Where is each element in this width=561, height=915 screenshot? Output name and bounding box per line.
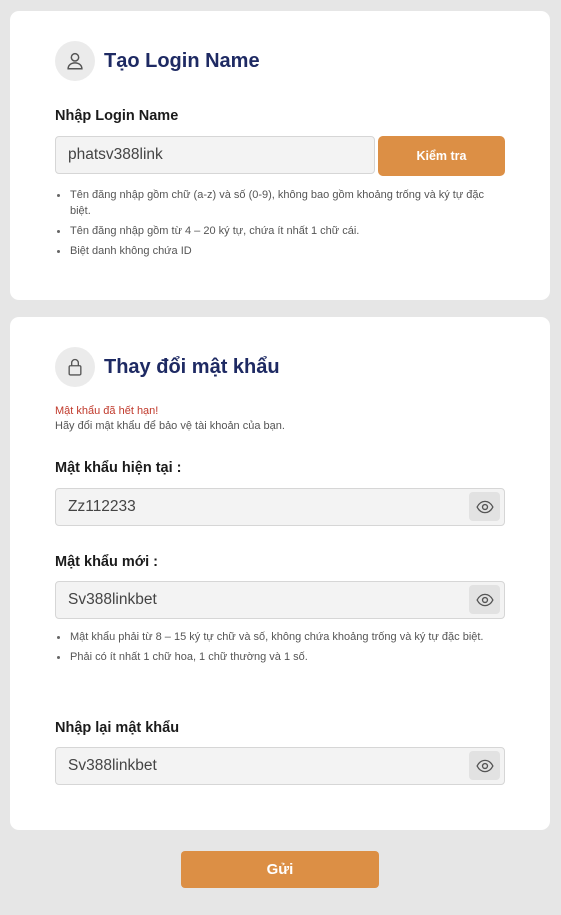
current-password-input[interactable]	[55, 488, 505, 526]
eye-icon	[475, 593, 494, 606]
login-name-label: Nhập Login Name	[55, 108, 179, 124]
list-item: Tên đăng nhập gồm từ 4 – 20 ký tự, chứa …	[55, 223, 505, 239]
list-item: Mật khẩu phải từ 8 – 15 ký tự chữ và số,…	[55, 629, 505, 645]
password-expired-warning: Mật khẩu đã hết hạn!	[55, 405, 159, 417]
toggle-confirm-password-button[interactable]	[469, 751, 500, 780]
list-item: Tên đăng nhập gồm chữ (a-z) và số (0-9),…	[55, 187, 505, 219]
user-icon	[55, 41, 95, 81]
confirm-password-label: Nhập lại mật khẩu	[55, 720, 180, 736]
login-card-title: Tạo Login Name	[104, 49, 260, 72]
eye-icon	[475, 759, 494, 772]
list-item: Biệt danh không chứa ID	[55, 243, 505, 259]
list-item: Phải có ít nhất 1 chữ hoa, 1 chữ thường …	[55, 649, 505, 665]
login-card-header: Tạo Login Name	[55, 41, 260, 81]
password-card-title: Thay đổi mật khẩu	[104, 355, 280, 378]
toggle-new-password-button[interactable]	[469, 585, 500, 614]
eye-icon	[475, 500, 494, 513]
current-password-label: Mật khẩu hiện tại :	[55, 460, 182, 476]
confirm-password-input[interactable]	[55, 747, 505, 785]
new-password-input[interactable]	[55, 581, 505, 619]
login-name-card: Tạo Login Name Nhập Login Name Kiểm tra …	[10, 11, 550, 300]
check-login-button[interactable]: Kiểm tra	[378, 136, 505, 176]
new-password-label: Mật khẩu mới :	[55, 554, 158, 570]
lock-icon	[55, 347, 95, 387]
password-rules-list: Mật khẩu phải từ 8 – 15 ký tự chữ và số,…	[55, 629, 505, 669]
toggle-current-password-button[interactable]	[469, 492, 500, 521]
submit-button[interactable]: Gửi	[181, 851, 379, 888]
change-password-card: Thay đổi mật khẩu Mật khẩu đã hết hạn! H…	[10, 317, 550, 830]
password-change-hint: Hãy đổi mật khẩu để bảo vệ tài khoản của…	[55, 420, 285, 432]
password-card-header: Thay đổi mật khẩu	[55, 347, 280, 387]
login-rules-list: Tên đăng nhập gồm chữ (a-z) và số (0-9),…	[55, 187, 505, 263]
login-name-input[interactable]	[55, 136, 375, 174]
